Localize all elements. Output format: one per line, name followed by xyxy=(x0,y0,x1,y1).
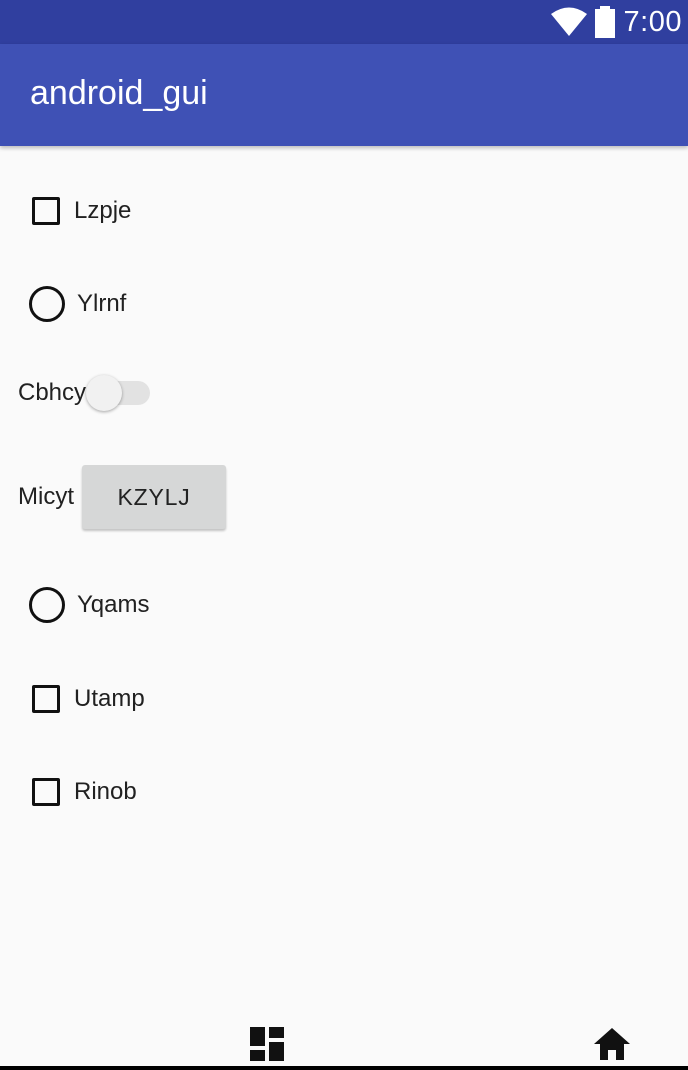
checkbox-box[interactable] xyxy=(32,778,60,806)
checkbox-label: Lzpje xyxy=(74,197,132,224)
checkbox-rinob[interactable]: Rinob xyxy=(0,775,137,809)
app-bar: android_gui xyxy=(0,44,688,146)
wifi-icon xyxy=(550,7,587,36)
status-icons: 7:00 xyxy=(550,4,682,40)
button-row-label: Micyt xyxy=(18,483,74,510)
radio-circle[interactable] xyxy=(29,587,65,623)
checkbox-label: Utamp xyxy=(74,685,145,712)
checkbox-label: Rinob xyxy=(74,778,137,805)
status-bar: 7:00 xyxy=(0,0,688,44)
checkbox-utamp[interactable]: Utamp xyxy=(0,682,145,716)
button-row-micyt: Micyt KZYLJ xyxy=(18,464,226,530)
home-icon[interactable] xyxy=(594,1028,630,1060)
kzylj-button[interactable]: KZYLJ xyxy=(82,465,226,529)
switch-label: Cbhcy xyxy=(18,379,87,406)
dashboard-icon[interactable] xyxy=(250,1027,284,1061)
status-clock: 7:00 xyxy=(623,5,682,38)
app-title: android_gui xyxy=(30,74,208,112)
switch-toggle[interactable] xyxy=(86,371,151,415)
switch-thumb[interactable] xyxy=(86,375,123,411)
radio-ylrnf[interactable]: Ylrnf xyxy=(0,285,126,323)
screen: 7:00 android_gui Lzpje Ylrnf Cbhcy Micyt… xyxy=(0,0,688,1070)
checkbox-box[interactable] xyxy=(32,685,60,713)
battery-icon xyxy=(594,6,615,38)
checkbox-lzpje[interactable]: Lzpje xyxy=(0,194,131,228)
checkbox-box[interactable] xyxy=(32,197,60,225)
radio-label: Yqams xyxy=(77,591,150,618)
radio-label: Ylrnf xyxy=(77,290,127,317)
bottom-edge-bar xyxy=(0,1066,688,1070)
radio-circle[interactable] xyxy=(29,286,65,322)
switch-cbhcy[interactable]: Cbhcy xyxy=(18,370,151,416)
radio-yqams[interactable]: Yqams xyxy=(0,586,150,624)
